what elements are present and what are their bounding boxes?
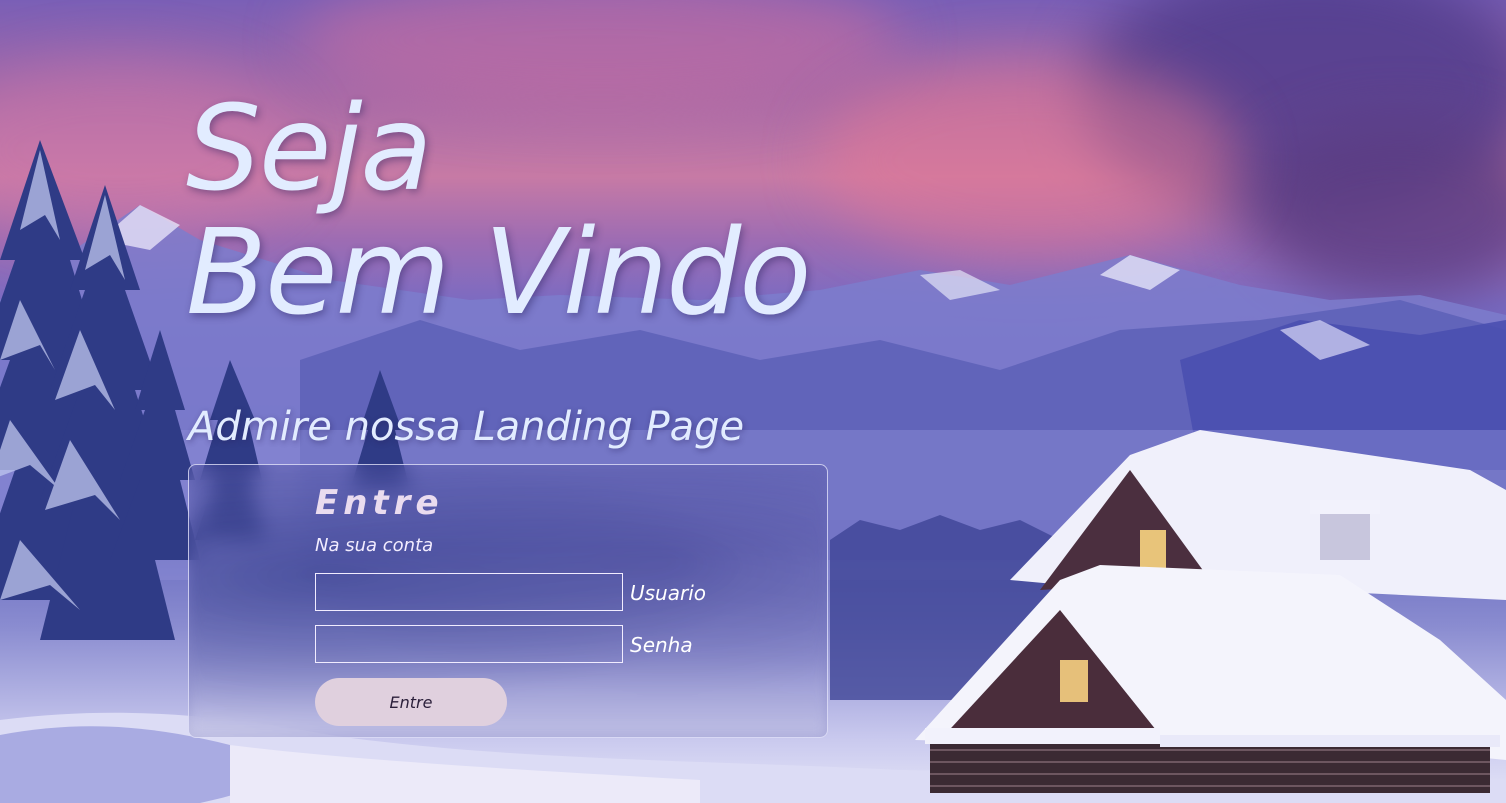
login-card: Entre Na sua conta Usuario Senha Entre	[188, 464, 828, 738]
login-subtitle: Na sua conta	[315, 535, 434, 556]
login-title: Entre	[315, 483, 444, 523]
username-input[interactable]	[315, 573, 623, 611]
password-input[interactable]	[315, 625, 623, 663]
hero-title-line2: Bem Vindo	[186, 203, 811, 341]
login-submit-button[interactable]: Entre	[315, 678, 507, 726]
hero-subtitle: Admire nossa Landing Page	[188, 404, 745, 450]
username-label: Usuario	[630, 581, 707, 605]
password-label: Senha	[630, 633, 693, 657]
hero-title-line1: Seja	[186, 79, 433, 217]
hero-title: Seja Bem Vindo	[186, 79, 811, 341]
